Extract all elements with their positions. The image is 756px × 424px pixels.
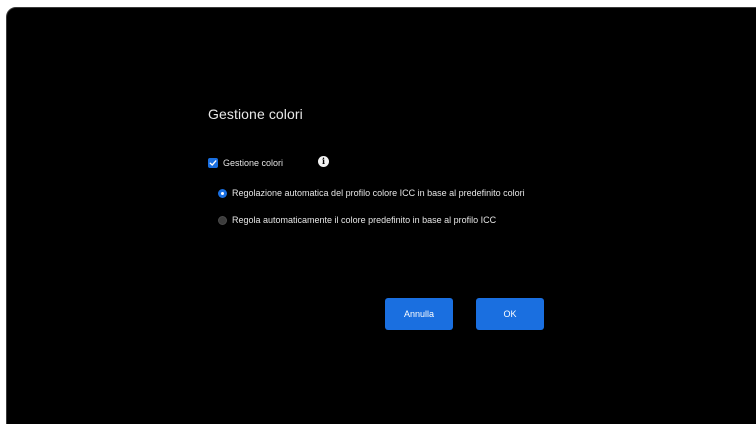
ok-button[interactable]: OK bbox=[476, 298, 544, 330]
radio-selected-dot bbox=[221, 191, 224, 195]
color-management-checkbox[interactable] bbox=[208, 158, 218, 168]
color-management-toggle[interactable]: Gestione colori bbox=[208, 156, 283, 170]
cancel-button[interactable]: Annulla bbox=[385, 298, 453, 330]
option-auto-icc-profile[interactable]: Regolazione automatica del profilo color… bbox=[218, 186, 525, 200]
option-auto-color-preset[interactable]: Regola automaticamente il colore predefi… bbox=[218, 213, 496, 227]
info-icon[interactable]: i bbox=[318, 156, 329, 167]
color-management-label: Gestione colori bbox=[223, 158, 284, 168]
option-auto-icc-profile-label: Regolazione automatica del profilo color… bbox=[232, 188, 525, 198]
option-auto-color-preset-label: Regola automaticamente il colore predefi… bbox=[232, 215, 497, 225]
radio-auto-icc-profile[interactable] bbox=[218, 188, 227, 198]
app-window: Gestione colori Gestione colori i Regola… bbox=[6, 7, 756, 424]
radio-auto-color-preset[interactable] bbox=[218, 215, 227, 225]
dialog-title: Gestione colori bbox=[208, 106, 303, 122]
checkmark-icon bbox=[209, 160, 217, 166]
